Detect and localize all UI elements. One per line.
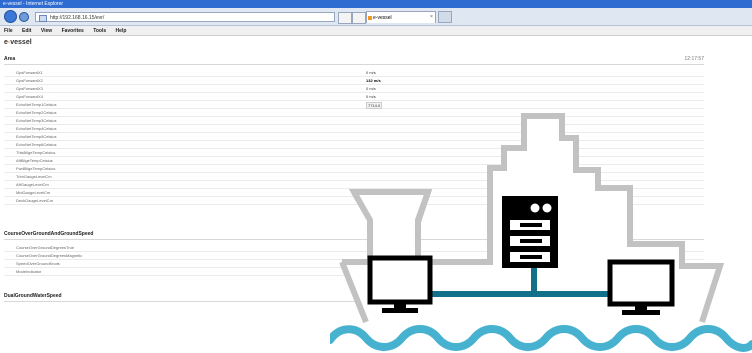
brand-logo: e-vessel	[4, 39, 32, 46]
row-label: TrimGaugeLevelCm	[16, 174, 52, 179]
menu-file[interactable]: File	[4, 26, 13, 36]
funnel	[348, 189, 433, 265]
section-dual-title: DualGroundWaterSpeed	[4, 293, 62, 299]
row-value: 7714.0	[366, 102, 383, 109]
table-row: GpsForwardX2 132 m/s	[4, 77, 704, 85]
server-icon	[502, 196, 558, 268]
section-course-title: CourseOverGroundAndGroundSpeed	[4, 231, 94, 237]
row-value: 0 m/s	[366, 86, 376, 91]
page-icon	[39, 15, 47, 22]
row-label: GpsForwardX1	[16, 70, 43, 75]
row-value: 132 m/s	[366, 78, 381, 83]
url-input[interactable]: http://192.168.16.15/evr/	[35, 12, 335, 22]
row-label: DeckGaugeLevelCm	[16, 198, 53, 203]
url-text: http://192.168.16.15/evr/	[50, 15, 105, 21]
section-area-time: 12:17:57	[684, 56, 704, 62]
address-bar: http://192.168.16.15/evr/ e-vessel ×	[0, 8, 752, 26]
row-label: AftGaugeLevelCm	[16, 182, 49, 187]
tab-close-icon[interactable]: ×	[430, 14, 433, 20]
new-tab-button[interactable]	[438, 11, 452, 23]
row-value: 0 m/s	[366, 70, 376, 75]
table-row: GpsForwardX1 0 m/s	[4, 69, 704, 77]
tab-label: e-vessel	[373, 15, 392, 21]
row-label: EchoNetTemp6Celsius	[16, 142, 57, 147]
favicon-icon	[368, 16, 372, 20]
browser-window: e-vessel - Internet Explorer http://192.…	[0, 0, 752, 353]
section-area-title: Area	[4, 56, 16, 62]
row-label: EchoNetTemp2Celsius	[16, 110, 57, 115]
menu-bar: File Edit View Favorites Tools Help	[0, 26, 752, 36]
row-label: FwdBilgeTempCelsius	[16, 166, 56, 171]
row-label: ThisBilgeTempCelsius	[16, 150, 56, 155]
row-label: EchoNetTemp3Celsius	[16, 118, 57, 123]
menu-favorites[interactable]: Favorites	[62, 26, 84, 36]
search-button[interactable]	[338, 12, 352, 24]
table-row: GpsForwardX3 0 m/s	[4, 85, 704, 93]
row-label: MidGaugeLevelCm	[16, 190, 51, 195]
row-label: EchoNetTemp1Celsius	[16, 102, 57, 107]
row-label: EchoNetTemp5Celsius	[16, 134, 57, 139]
menu-help[interactable]: Help	[116, 26, 127, 36]
row-label: GpsForwardX4	[16, 94, 43, 99]
row-label: ModeIndicator	[16, 269, 42, 274]
row-label: CourseOverGroundDegreesMagnetic	[16, 253, 83, 258]
brand-suffix: vessel	[10, 39, 32, 46]
table-row: GpsForwardX4 0 m/s	[4, 93, 704, 101]
menu-tools[interactable]: Tools	[93, 26, 106, 36]
table-row: EchoNetTemp1Celsius 7714.0	[4, 101, 704, 109]
row-label: CourseOverGroundDegreesTrue	[16, 245, 75, 250]
row-label: AftBilgeTempCelsius	[16, 158, 53, 163]
section-area-header: Area 12:17:57	[4, 55, 704, 65]
tab-e-vessel[interactable]: e-vessel	[366, 11, 436, 23]
row-label: SpeedOverGroundKnots	[16, 261, 60, 266]
waves	[330, 325, 752, 352]
forward-button[interactable]	[19, 12, 29, 22]
back-button[interactable]	[4, 10, 17, 23]
window-title: e-vessel - Internet Explorer	[0, 0, 752, 8]
refresh-button[interactable]	[352, 12, 366, 24]
row-value: 0 m/s	[366, 94, 376, 99]
row-label: EchoNetTemp4Celsius	[16, 126, 57, 131]
menu-view[interactable]: View	[41, 26, 52, 36]
ship-illustration	[330, 113, 752, 352]
menu-edit[interactable]: Edit	[22, 26, 31, 36]
row-label: GpsForwardX2	[16, 78, 43, 83]
row-label: GpsForwardX3	[16, 86, 43, 91]
